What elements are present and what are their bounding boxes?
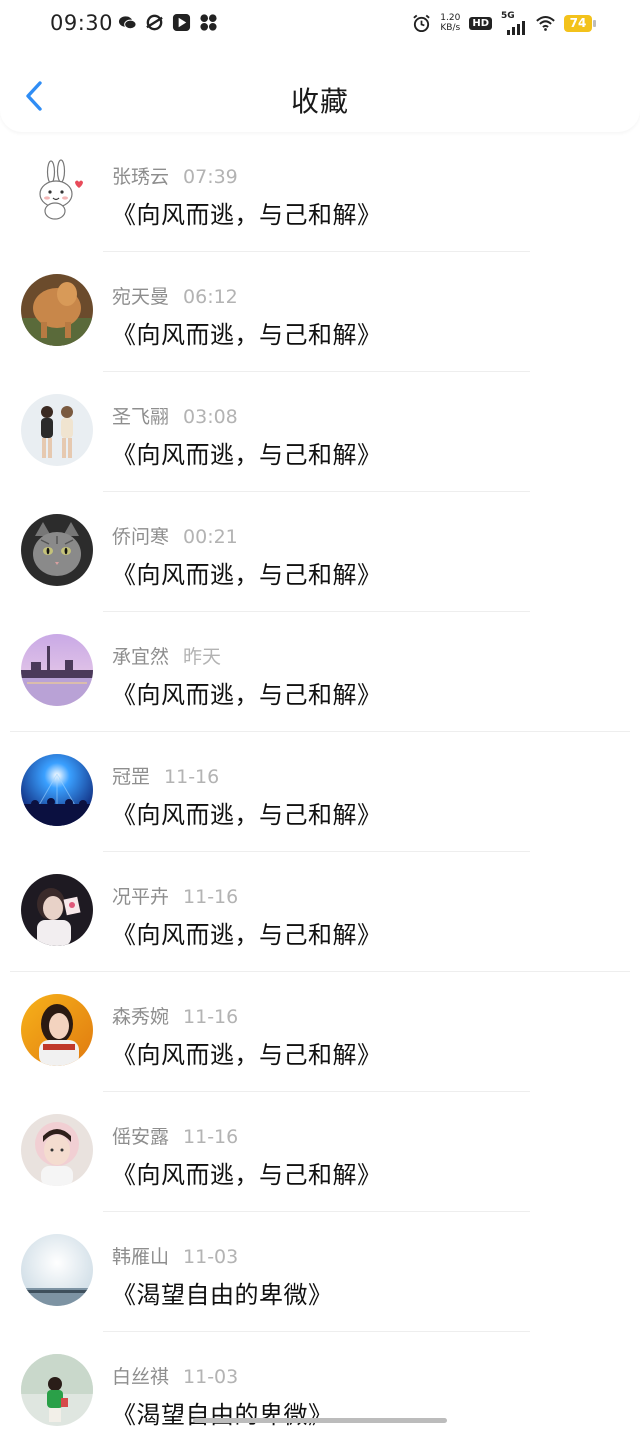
- item-meta: 冠罡 11-16: [112, 762, 219, 789]
- nav-bar: 收藏: [0, 52, 640, 132]
- item-author: 傜安露: [112, 1126, 170, 1148]
- item-author: 张琇云: [112, 166, 170, 188]
- item-author: 宛天曼: [112, 286, 170, 308]
- home-indicator[interactable]: [193, 1418, 447, 1423]
- item-time: 03:08: [183, 406, 238, 428]
- item-time: 11-16: [164, 766, 220, 788]
- avatar: [21, 754, 93, 826]
- item-title: 《向风而逃，与己和解》: [112, 561, 382, 589]
- item-title: 《渴望自由的卑微》: [112, 1401, 333, 1429]
- item-title: 《向风而逃，与己和解》: [112, 321, 382, 349]
- list-item[interactable]: 冠罡 11-16 《向风而逃，与己和解》: [0, 732, 640, 852]
- item-title: 《向风而逃，与己和解》: [112, 801, 382, 829]
- item-title: 《向风而逃，与己和解》: [112, 921, 382, 949]
- system-icons: 1.20 KB/s HD 5G 74: [412, 11, 596, 35]
- item-title: 《向风而逃，与己和解》: [112, 441, 382, 469]
- list-item[interactable]: 张琇云 07:39 《向风而逃，与己和解》: [0, 132, 640, 252]
- item-title: 《渴望自由的卑微》: [112, 1281, 333, 1309]
- net-speed-unit: KB/s: [440, 23, 461, 33]
- item-author: 冠罡: [112, 766, 151, 788]
- item-title: 《向风而逃，与己和解》: [112, 201, 382, 229]
- item-time: 07:39: [183, 166, 238, 188]
- item-author: 圣飞翮: [112, 406, 170, 428]
- wechat-icon: [118, 13, 137, 32]
- item-meta: 况平卉 11-16: [112, 882, 238, 909]
- list-item[interactable]: 承宜然 昨天 《向风而逃，与己和解》: [0, 612, 640, 732]
- cell-signal-icon: 5G: [501, 11, 527, 35]
- status-time: 09:30: [50, 11, 114, 35]
- item-time: 11-16: [183, 1126, 239, 1148]
- browser-icon: [145, 13, 164, 32]
- item-meta: 张琇云 07:39: [112, 162, 238, 189]
- avatar: [21, 1114, 93, 1186]
- item-meta: 森秀婉 11-16: [112, 1002, 238, 1029]
- item-meta: 侨问寒 00:21: [112, 522, 238, 549]
- item-meta: 白丝祺 11-03: [112, 1362, 238, 1389]
- item-time: 昨天: [183, 646, 222, 668]
- item-time: 00:21: [183, 526, 238, 548]
- hd-badge: HD: [469, 16, 492, 30]
- avatar: [21, 274, 93, 346]
- list-item[interactable]: 况平卉 11-16 《向风而逃，与己和解》: [0, 852, 640, 972]
- list-item[interactable]: 侨问寒 00:21 《向风而逃，与己和解》: [0, 492, 640, 612]
- avatar: [21, 1354, 93, 1426]
- avatar: [21, 634, 93, 706]
- avatar: [21, 394, 93, 466]
- item-meta: 韩雁山 11-03: [112, 1242, 238, 1269]
- item-author: 森秀婉: [112, 1006, 170, 1028]
- list-item[interactable]: 傜安露 11-16 《向风而逃，与己和解》: [0, 1092, 640, 1212]
- item-time: 11-03: [183, 1246, 239, 1268]
- item-author: 韩雁山: [112, 1246, 170, 1268]
- list-item[interactable]: 白丝祺 11-03 《渴望自由的卑微》: [0, 1332, 640, 1452]
- list-item[interactable]: 圣飞翮 03:08 《向风而逃，与己和解》: [0, 372, 640, 492]
- alarm-icon: [412, 14, 431, 33]
- item-author: 白丝祺: [112, 1366, 170, 1388]
- item-author: 侨问寒: [112, 526, 170, 548]
- status-bar: 09:30 1.20 KB/s HD 5G 74: [0, 0, 640, 52]
- item-meta: 宛天曼 06:12: [112, 282, 238, 309]
- item-time: 06:12: [183, 286, 238, 308]
- item-meta: 圣飞翮 03:08: [112, 402, 238, 429]
- avatar: [21, 514, 93, 586]
- battery-level: 74: [569, 16, 587, 30]
- item-author: 承宜然: [112, 646, 170, 668]
- item-title: 《向风而逃，与己和解》: [112, 1161, 382, 1189]
- avatar: [21, 1234, 93, 1306]
- item-title: 《向风而逃，与己和解》: [112, 681, 382, 709]
- avatar: [21, 154, 93, 226]
- item-meta: 傜安露 11-16: [112, 1122, 238, 1149]
- item-title: 《向风而逃，与己和解》: [112, 1041, 382, 1069]
- page-title: 收藏: [290, 85, 349, 118]
- notification-icons: [118, 13, 218, 32]
- item-meta: 承宜然 昨天: [112, 642, 221, 669]
- item-author: 况平卉: [112, 886, 170, 908]
- favorites-list: 张琇云 07:39 《向风而逃，与己和解》 宛天曼 06:12 《向风而逃，与己和解…: [0, 132, 640, 1452]
- net-speed: 1.20 KB/s: [440, 13, 460, 33]
- app-grid-icon: [199, 13, 218, 32]
- list-item[interactable]: 宛天曼 06:12 《向风而逃，与己和解》: [0, 252, 640, 372]
- list-item[interactable]: 森秀婉 11-16 《向风而逃，与己和解》: [0, 972, 640, 1092]
- video-app-icon: [172, 13, 191, 32]
- item-time: 11-03: [183, 1366, 239, 1388]
- list-item[interactable]: 韩雁山 11-03 《渴望自由的卑微》: [0, 1212, 640, 1332]
- net-speed-value: 1.20: [440, 13, 461, 23]
- avatar: [21, 994, 93, 1066]
- avatar: [21, 874, 93, 946]
- item-time: 11-16: [183, 886, 239, 908]
- item-time: 11-16: [183, 1006, 239, 1028]
- wifi-icon: [536, 14, 555, 33]
- battery-icon: 74: [564, 14, 596, 32]
